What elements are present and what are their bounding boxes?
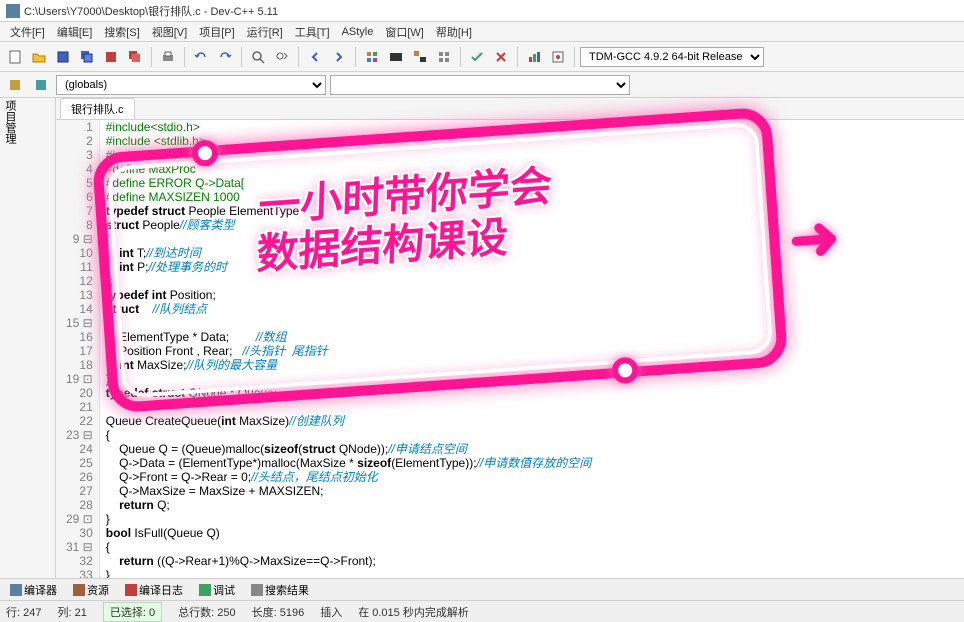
- status-col: 列: 21: [57, 604, 86, 620]
- menu-view[interactable]: 视图[V]: [146, 24, 193, 40]
- tab-resources[interactable]: 资源: [67, 580, 115, 600]
- bottom-panel-tabs: 编译器 资源 编译日志 调试 搜索结果: [0, 578, 964, 600]
- line-gutter: 123456789 ⊟101112131415 ⊟16171819 ⊡20212…: [56, 120, 100, 578]
- member-select[interactable]: [330, 75, 630, 95]
- code-editor[interactable]: 123456789 ⊟101112131415 ⊟16171819 ⊡20212…: [56, 120, 964, 578]
- menu-project[interactable]: 项目[P]: [193, 24, 240, 40]
- profile-button[interactable]: [523, 46, 545, 68]
- status-mode: 插入: [320, 604, 342, 620]
- arrow-left-icon: [307, 49, 323, 65]
- new-class-button[interactable]: [4, 74, 26, 96]
- app-icon: [6, 4, 20, 18]
- editor-tabs: 银行排队.c: [56, 98, 964, 120]
- folder-icon: [31, 49, 47, 65]
- toolbar-main: TDM-GCC 4.9.2 64-bit Release: [0, 42, 964, 72]
- menu-run[interactable]: 运行[R]: [241, 24, 289, 40]
- window-title: C:\Users\Y7000\Desktop\银行排队.c - Dev-C++ …: [24, 3, 278, 19]
- toolbar-nav: (globals): [0, 72, 964, 98]
- close-button[interactable]: [100, 46, 122, 68]
- compile-button[interactable]: [361, 46, 383, 68]
- close-all-icon: [127, 49, 143, 65]
- undo-icon: [193, 49, 209, 65]
- back-button[interactable]: [304, 46, 326, 68]
- redo-icon: [217, 49, 233, 65]
- status-parse: 在 0.015 秒内完成解析: [358, 604, 469, 620]
- find-button[interactable]: [247, 46, 269, 68]
- status-line: 行: 247: [6, 604, 41, 620]
- scope-select[interactable]: (globals): [56, 75, 326, 95]
- func-icon: [33, 77, 49, 93]
- goto-func-button[interactable]: [30, 74, 52, 96]
- search-icon: [250, 49, 266, 65]
- menu-bar: 文件[F] 编辑[E] 搜索[S] 视图[V] 项目[P] 运行[R] 工具[T…: [0, 22, 964, 42]
- class-icon: [7, 77, 23, 93]
- sidebar-title: 项目管理: [4, 100, 16, 144]
- file-tab[interactable]: 银行排队.c: [60, 98, 135, 119]
- log-icon: [125, 584, 137, 596]
- undo-button[interactable]: [190, 46, 212, 68]
- results-icon: [251, 584, 263, 596]
- menu-window[interactable]: 窗口[W]: [379, 24, 430, 40]
- compile-run-button[interactable]: [409, 46, 431, 68]
- debug-button[interactable]: [466, 46, 488, 68]
- debug-icon: [199, 584, 211, 596]
- compile-icon: [364, 49, 380, 65]
- redo-button[interactable]: [214, 46, 236, 68]
- menu-file[interactable]: 文件[F]: [4, 24, 51, 40]
- rebuild-button[interactable]: [433, 46, 455, 68]
- resource-icon: [73, 584, 85, 596]
- rebuild-icon: [436, 49, 452, 65]
- menu-search[interactable]: 搜索[S]: [98, 24, 145, 40]
- run-button[interactable]: [385, 46, 407, 68]
- code-lines[interactable]: #include<stdio.h>#include <stdlib.h>#inc…: [100, 120, 591, 578]
- menu-astyle[interactable]: AStyle: [336, 26, 380, 38]
- print-icon: [160, 49, 176, 65]
- stop-button[interactable]: [490, 46, 512, 68]
- file-icon: [7, 49, 23, 65]
- menu-help[interactable]: 帮助[H]: [430, 24, 478, 40]
- compiler-icon: [10, 584, 22, 596]
- tab-compiler[interactable]: 编译器: [4, 580, 63, 600]
- tab-compile-log[interactable]: 编译日志: [119, 580, 189, 600]
- goto-button[interactable]: [547, 46, 569, 68]
- save-icon: [55, 49, 71, 65]
- new-file-button[interactable]: [4, 46, 26, 68]
- save-all-icon: [79, 49, 95, 65]
- menu-tools[interactable]: 工具[T]: [289, 24, 336, 40]
- forward-button[interactable]: [328, 46, 350, 68]
- check-icon: [469, 49, 485, 65]
- run-icon: [388, 49, 404, 65]
- cross-icon: [493, 49, 509, 65]
- menu-edit[interactable]: 编辑[E]: [51, 24, 98, 40]
- replace-button[interactable]: [271, 46, 293, 68]
- save-all-button[interactable]: [76, 46, 98, 68]
- tab-search-results[interactable]: 搜索结果: [245, 580, 315, 600]
- compiler-select[interactable]: TDM-GCC 4.9.2 64-bit Release: [580, 47, 764, 67]
- goto-icon: [550, 49, 566, 65]
- close-icon: [103, 49, 119, 65]
- replace-icon: [274, 49, 290, 65]
- close-all-button[interactable]: [124, 46, 146, 68]
- print-button[interactable]: [157, 46, 179, 68]
- status-total: 总行数: 250: [178, 604, 235, 620]
- title-bar: C:\Users\Y7000\Desktop\银行排队.c - Dev-C++ …: [0, 0, 964, 22]
- arrow-right-icon: [331, 49, 347, 65]
- save-button[interactable]: [52, 46, 74, 68]
- status-bar: 行: 247 列: 21 已选择: 0 总行数: 250 长度: 5196 插入…: [0, 600, 964, 622]
- chart-icon: [526, 49, 542, 65]
- status-length: 长度: 5196: [252, 604, 305, 620]
- status-selection: 已选择: 0: [103, 602, 162, 622]
- tab-debug[interactable]: 调试: [193, 580, 241, 600]
- open-button[interactable]: [28, 46, 50, 68]
- compile-run-icon: [412, 49, 428, 65]
- project-sidebar[interactable]: 项目管理: [0, 98, 56, 578]
